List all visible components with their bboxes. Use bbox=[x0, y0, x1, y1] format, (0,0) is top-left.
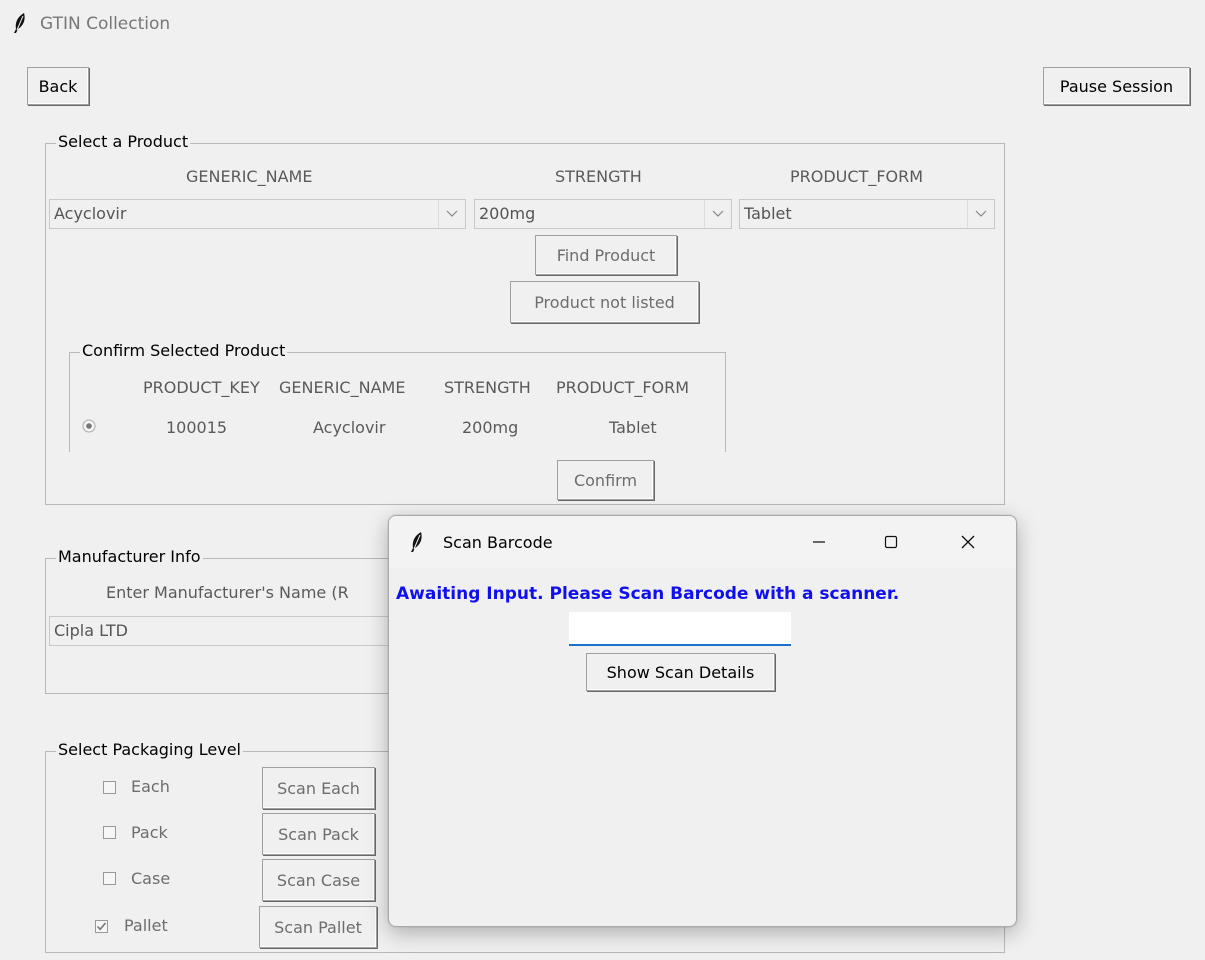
chevron-down-icon[interactable] bbox=[438, 200, 465, 228]
awaiting-input-message: Awaiting Input. Please Scan Barcode with… bbox=[396, 584, 900, 604]
row-product-form: Tablet bbox=[609, 418, 657, 437]
pallet-checkbox[interactable] bbox=[95, 920, 108, 933]
each-checkbox[interactable] bbox=[103, 781, 116, 794]
maximize-icon[interactable] bbox=[871, 528, 911, 556]
product-form-value: Tablet bbox=[744, 204, 792, 223]
pallet-label: Pallet bbox=[124, 916, 168, 935]
chevron-down-icon[interactable] bbox=[704, 200, 731, 228]
generic-name-header: GENERIC_NAME bbox=[186, 167, 313, 186]
col-product-key: PRODUCT_KEY bbox=[143, 378, 260, 397]
confirm-button[interactable]: Confirm bbox=[557, 460, 654, 500]
minimize-icon[interactable] bbox=[799, 528, 839, 556]
scan-case-button[interactable]: Scan Case bbox=[262, 859, 375, 901]
scan-each-button[interactable]: Scan Each bbox=[262, 767, 375, 809]
window-title: GTIN Collection bbox=[40, 14, 171, 34]
feather-icon bbox=[409, 531, 425, 557]
col-strength: STRENGTH bbox=[444, 378, 531, 397]
strength-value: 200mg bbox=[479, 204, 536, 223]
feather-icon bbox=[12, 12, 28, 38]
barcode-input[interactable] bbox=[569, 612, 791, 646]
row-generic-name: Acyclovir bbox=[313, 418, 386, 437]
scan-pallet-button[interactable]: Scan Pallet bbox=[259, 906, 377, 948]
case-label: Case bbox=[131, 869, 171, 888]
col-product-form: PRODUCT_FORM bbox=[556, 378, 690, 397]
pack-checkbox[interactable] bbox=[103, 826, 116, 839]
manufacturer-prompt: Enter Manufacturer's Name (R bbox=[106, 583, 349, 602]
product-radio-button[interactable] bbox=[82, 418, 96, 437]
case-checkbox[interactable] bbox=[103, 872, 116, 885]
pause-session-button[interactable]: Pause Session bbox=[1043, 67, 1190, 105]
generic-name-value: Acyclovir bbox=[54, 204, 127, 223]
product-not-listed-button[interactable]: Product not listed bbox=[510, 281, 699, 323]
product-form-combobox[interactable]: Tablet bbox=[739, 199, 995, 229]
strength-combobox[interactable]: 200mg bbox=[474, 199, 732, 229]
chevron-down-icon[interactable] bbox=[967, 200, 994, 228]
col-generic-name: GENERIC_NAME bbox=[279, 378, 406, 397]
confirm-product-group-label: Confirm Selected Product bbox=[80, 341, 288, 360]
dialog-title: Scan Barcode bbox=[443, 533, 553, 552]
packaging-group-label: Select Packaging Level bbox=[56, 740, 243, 759]
row-strength: 200mg bbox=[462, 418, 519, 437]
dialog-titlebar: Scan Barcode bbox=[389, 516, 1016, 568]
each-label: Each bbox=[131, 777, 170, 796]
manufacturer-name-field[interactable]: Cipla LTD bbox=[49, 616, 399, 646]
find-product-button[interactable]: Find Product bbox=[535, 235, 677, 275]
generic-name-combobox[interactable]: Acyclovir bbox=[49, 199, 466, 229]
close-icon[interactable] bbox=[948, 528, 988, 556]
row-product-key: 100015 bbox=[166, 418, 228, 437]
product-form-header: PRODUCT_FORM bbox=[790, 167, 924, 186]
confirm-product-group bbox=[69, 352, 726, 452]
scan-barcode-dialog: Scan Barcode Awaiting Input. Please Scan… bbox=[388, 515, 1017, 927]
back-button[interactable]: Back bbox=[27, 67, 89, 105]
manufacturer-name-value: Cipla LTD bbox=[54, 621, 128, 640]
checkmark-icon bbox=[96, 922, 107, 931]
main-titlebar: GTIN Collection bbox=[0, 0, 1205, 50]
pack-label: Pack bbox=[131, 823, 168, 842]
show-scan-details-button[interactable]: Show Scan Details bbox=[586, 653, 775, 691]
manufacturer-group-label: Manufacturer Info bbox=[56, 547, 203, 566]
strength-header: STRENGTH bbox=[555, 167, 642, 186]
select-product-group-label: Select a Product bbox=[56, 132, 191, 151]
scan-pack-button[interactable]: Scan Pack bbox=[262, 813, 375, 855]
